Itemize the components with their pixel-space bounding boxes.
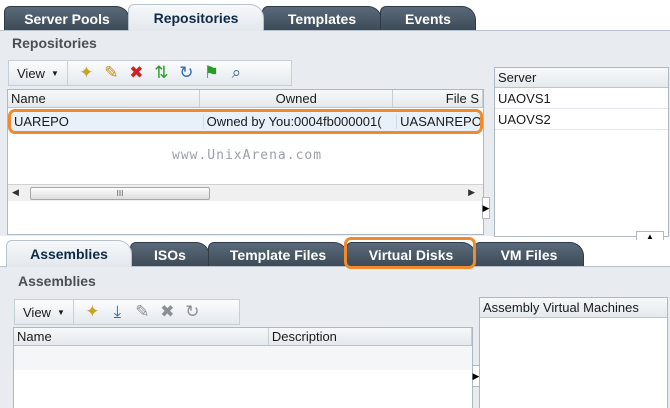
repositories-table-header: Name Owned File S <box>8 90 483 108</box>
create-repository-icon[interactable]: ✦ <box>74 62 99 84</box>
scroll-right-icon[interactable]: ▶ <box>468 187 475 198</box>
pane-splitter-icon[interactable]: ▶ <box>482 197 490 219</box>
create-assembly-icon[interactable]: ✦ <box>80 301 105 323</box>
servers-table: Server UAOVS1 UAOVS2 <box>494 67 669 237</box>
scrollbar-thumb[interactable]: III <box>30 187 210 200</box>
top-tabbar: Server Pools Repositories Templates Even… <box>0 4 670 31</box>
scroll-left-icon[interactable]: ◀ <box>12 187 19 198</box>
servers-table-header[interactable]: Server <box>495 68 668 88</box>
repo-file-server-cell: UASANREPO: <box>396 114 480 129</box>
column-description[interactable]: Description <box>269 328 472 345</box>
assemblies-toolbar: View ▼ ✦ ⤓ ✎ ✖ ↻ <box>14 299 240 325</box>
tab-templates[interactable]: Templates <box>262 6 382 30</box>
list-item[interactable]: UAOVS1 <box>495 88 668 109</box>
tab-virtual-disks[interactable]: Virtual Disks <box>346 242 476 266</box>
tab-repositories[interactable]: Repositories <box>128 4 264 31</box>
delete-icon[interactable]: ✖ <box>155 301 180 323</box>
chevron-down-icon: ▼ <box>56 307 65 317</box>
column-name[interactable]: Name <box>8 90 201 107</box>
flag-icon[interactable]: ⚑ <box>199 62 224 84</box>
repo-owned-cell: Owned by You:0004fb000001( <box>202 114 397 129</box>
tab-assemblies[interactable]: Assemblies <box>6 240 132 267</box>
view-label: View <box>17 65 45 81</box>
tab-events[interactable]: Events <box>380 6 476 30</box>
tab-server-pools[interactable]: Server Pools <box>4 6 130 30</box>
assemblies-table: Name Description <box>13 327 473 408</box>
assemblies-panel: Assemblies View ▼ ✦ ⤓ ✎ ✖ ↻ Name Descrip… <box>0 266 670 408</box>
repositories-title: Repositories <box>12 35 97 51</box>
tab-isos[interactable]: ISOs <box>130 242 210 266</box>
assemblies-title: Assemblies <box>18 273 96 289</box>
repositories-panel: Repositories View ▼ ✦ ✎ ✖ ⇅ ↻ ⚑ ⌕ Name O… <box>0 30 670 241</box>
list-item[interactable]: UAOVS2 <box>495 109 668 130</box>
table-row[interactable]: UAREPO Owned by You:0004fb000001( UASANR… <box>8 109 483 134</box>
column-file-server[interactable]: File S <box>393 90 483 107</box>
tab-vm-files[interactable]: VM Files <box>474 242 584 266</box>
edit-pencil-icon[interactable]: ✎ <box>99 62 124 84</box>
assembly-vms-table: Assembly Virtual Machines <box>479 297 668 408</box>
delete-icon[interactable]: ✖ <box>124 62 149 84</box>
repositories-toolbar: View ▼ ✦ ✎ ✖ ⇅ ↻ ⚑ ⌕ <box>8 60 292 86</box>
refresh-icon[interactable]: ↻ <box>180 301 205 323</box>
view-menu-button[interactable]: View ▼ <box>9 61 68 85</box>
repositories-table: Name Owned File S UAREPO Owned by You:00… <box>7 89 484 235</box>
column-owned[interactable]: Owned <box>200 90 394 107</box>
search-icon[interactable]: ⌕ <box>224 62 249 84</box>
import-icon[interactable]: ⤓ <box>105 301 130 323</box>
bottom-tabbar: Assemblies ISOs Template Files Virtual D… <box>0 240 670 267</box>
empty-row <box>14 346 472 370</box>
tab-template-files[interactable]: Template Files <box>208 242 348 266</box>
assembly-vms-header[interactable]: Assembly Virtual Machines <box>480 298 667 318</box>
watermark: www.UnixArena.com <box>172 148 323 163</box>
edit-pencil-icon[interactable]: ✎ <box>130 301 155 323</box>
repo-name-cell: UAREPO <box>14 114 69 129</box>
view-menu-button[interactable]: View ▼ <box>15 300 74 324</box>
refresh-icon[interactable]: ↻ <box>174 62 199 84</box>
horizontal-scrollbar[interactable]: ◀ III ▶ <box>8 184 483 201</box>
column-name[interactable]: Name <box>14 328 269 345</box>
assemblies-table-header: Name Description <box>14 328 472 346</box>
present-repository-icon[interactable]: ⇅ <box>149 62 174 84</box>
chevron-down-icon: ▼ <box>50 68 59 78</box>
view-label: View <box>23 304 51 320</box>
